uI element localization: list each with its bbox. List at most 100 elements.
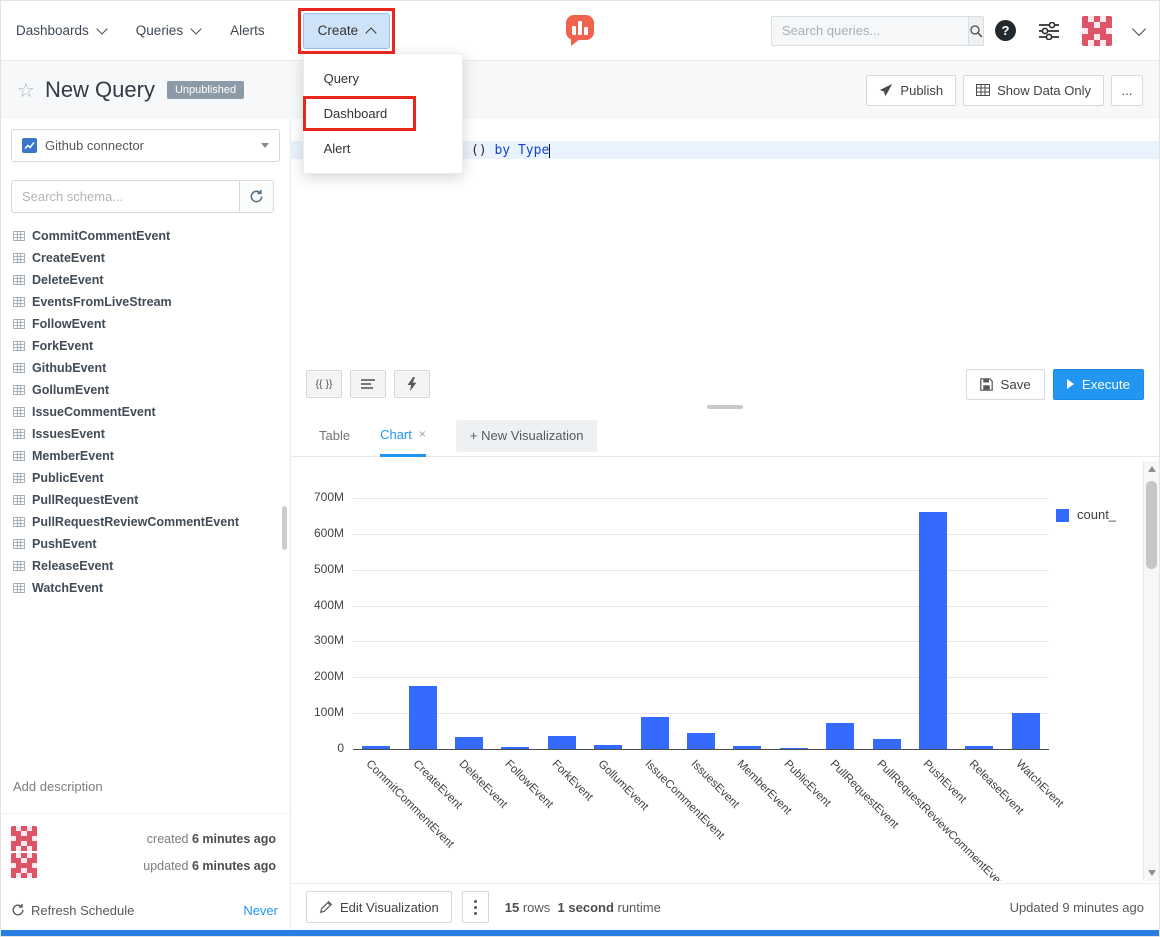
chart-canvas: 0100M200M300M400M500M600M700MCommitComme… — [291, 461, 1143, 881]
menu-item-dashboard[interactable]: Dashboard — [304, 96, 462, 131]
header-actions: Publish Show Data Only ... — [866, 75, 1143, 106]
chart-bar[interactable] — [501, 747, 529, 749]
close-icon[interactable]: × — [419, 427, 426, 441]
schema-table-item[interactable]: CommitCommentEvent — [1, 225, 290, 247]
chart-bar[interactable] — [919, 512, 947, 749]
show-data-only-button[interactable]: Show Data Only — [963, 75, 1104, 106]
chart-bar[interactable] — [965, 746, 993, 749]
nav-alerts-label: Alerts — [230, 23, 265, 38]
insert-parameter-button[interactable]: {{ }} — [306, 370, 342, 398]
avatar[interactable] — [11, 853, 37, 879]
chart-bar[interactable] — [1012, 713, 1040, 749]
chart-bar[interactable] — [733, 746, 761, 749]
table-icon — [13, 275, 25, 285]
search-icon[interactable] — [968, 16, 984, 46]
schema-search-input[interactable] — [11, 180, 240, 213]
chart-bar[interactable] — [455, 737, 483, 749]
schema-table-item[interactable]: CreateEvent — [1, 247, 290, 269]
save-button[interactable]: Save — [966, 369, 1044, 400]
scrollbar-thumb[interactable] — [1146, 481, 1157, 569]
avatar[interactable] — [11, 826, 37, 852]
table-icon — [13, 253, 25, 263]
created-row: created 6 minutes ago — [11, 825, 276, 852]
refresh-schedule-value[interactable]: Never — [243, 903, 278, 918]
schema-table-item[interactable]: ForkEvent — [1, 335, 290, 357]
menu-item-alert[interactable]: Alert — [304, 131, 462, 166]
show-data-only-label: Show Data Only — [997, 83, 1091, 98]
chart-bar[interactable] — [409, 686, 437, 749]
chart-scrollbar[interactable] — [1143, 461, 1159, 881]
redash-logo[interactable] — [563, 13, 597, 47]
new-visualization-button[interactable]: + New Visualization — [456, 420, 598, 452]
table-name: PushEvent — [32, 537, 97, 551]
chart-bar[interactable] — [594, 745, 622, 749]
schema-table-item[interactable]: MemberEvent — [1, 445, 290, 467]
table-icon — [13, 561, 25, 571]
kebab-menu-button[interactable] — [462, 891, 489, 923]
help-icon[interactable]: ? — [995, 20, 1016, 41]
x-axis-tick-label: PushEvent — [921, 758, 969, 806]
menu-item-query[interactable]: Query — [304, 61, 462, 96]
edit-visualization-button[interactable]: Edit Visualization — [306, 891, 452, 923]
datasource-select[interactable]: Github connector — [11, 129, 280, 162]
editor-resize-handle[interactable] — [707, 405, 743, 409]
menu-item-dashboard-label: Dashboard — [324, 106, 388, 121]
schema-table-item[interactable]: IssueCommentEvent — [1, 401, 290, 423]
chart-bar[interactable] — [687, 733, 715, 749]
scroll-up-icon[interactable] — [1144, 461, 1159, 477]
nav-dashboards[interactable]: Dashboards — [16, 23, 106, 38]
schema-refresh-icon[interactable] — [240, 180, 274, 213]
schema-table-item[interactable]: PullRequestEvent — [1, 489, 290, 511]
tab-chart[interactable]: Chart × — [380, 415, 426, 457]
chart-bar[interactable] — [548, 736, 576, 749]
schema-table-item[interactable]: EventsFromLiveStream — [1, 291, 290, 313]
table-grid-icon — [976, 84, 990, 96]
publish-label: Publish — [900, 83, 943, 98]
schema-table-item[interactable]: DeleteEvent — [1, 269, 290, 291]
nav-queries[interactable]: Queries — [136, 23, 200, 38]
execute-button[interactable]: Execute — [1053, 369, 1144, 400]
tab-table[interactable]: Table — [319, 415, 350, 457]
table-name: GithubEvent — [32, 361, 106, 375]
chevron-down-icon — [190, 23, 201, 34]
schema-table-item[interactable]: WatchEvent — [1, 577, 290, 599]
search-input[interactable] — [771, 16, 968, 46]
schema-table-item[interactable]: FollowEvent — [1, 313, 290, 335]
nav-alerts[interactable]: Alerts — [230, 23, 265, 38]
sidebar-scrollbar[interactable] — [282, 506, 287, 550]
updated-value: 6 minutes ago — [192, 859, 276, 873]
chart-bar[interactable] — [641, 717, 669, 749]
schema-table-item[interactable]: IssuesEvent — [1, 423, 290, 445]
schema-table-item[interactable]: PullRequestReviewCommentEvent — [1, 511, 290, 533]
create-button[interactable]: Create — [303, 13, 391, 49]
format-query-button[interactable] — [350, 370, 386, 398]
table-name: PullRequestReviewCommentEvent — [32, 515, 239, 529]
scroll-down-icon[interactable] — [1144, 865, 1159, 881]
chart-bar[interactable] — [826, 723, 854, 749]
more-options-button[interactable]: ... — [1111, 75, 1143, 106]
chart-bar[interactable] — [362, 746, 390, 749]
legend-swatch[interactable] — [1056, 509, 1069, 522]
pencil-icon — [319, 900, 333, 914]
editor-toolbar: {{ }} Save Execute — [291, 364, 1159, 404]
code-type: Type — [518, 143, 549, 158]
table-icon — [13, 517, 25, 527]
publish-button[interactable]: Publish — [866, 75, 956, 106]
chevron-down-icon[interactable] — [1132, 21, 1146, 35]
sliders-icon[interactable] — [1038, 22, 1060, 40]
avatar[interactable] — [1082, 16, 1112, 46]
schema-table-item[interactable]: GollumEvent — [1, 379, 290, 401]
schema-table-item[interactable]: PushEvent — [1, 533, 290, 555]
add-description-link[interactable]: Add description — [13, 779, 103, 794]
schema-table-item[interactable]: GithubEvent — [1, 357, 290, 379]
table-name: WatchEvent — [32, 581, 103, 595]
schema-table-item[interactable]: ReleaseEvent — [1, 555, 290, 577]
refresh-schedule-label: Refresh Schedule — [31, 903, 134, 918]
chart-bar[interactable] — [873, 739, 901, 749]
autocomplete-button[interactable] — [394, 370, 430, 398]
legend-label[interactable]: count_ — [1077, 507, 1116, 522]
schema-table-item[interactable]: PublicEvent — [1, 467, 290, 489]
favorite-star-icon[interactable]: ☆ — [17, 78, 35, 103]
chart-bar[interactable] — [780, 748, 808, 750]
table-name: ForkEvent — [32, 339, 93, 353]
